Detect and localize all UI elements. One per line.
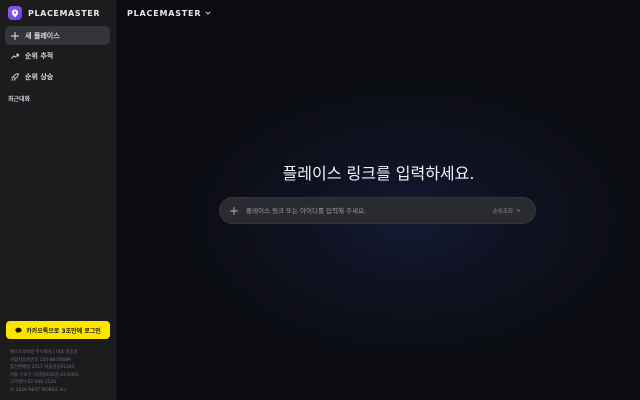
footer-line: 에스트모바일 주식회사 | 대표 김종걸 (10, 350, 78, 355)
page-headline: 플레이스 링크를 입력하세요. (282, 164, 475, 183)
footer-line: 고객센터 02-540-1120 (10, 380, 56, 385)
plus-icon (11, 31, 19, 40)
sidebar-item-new-place[interactable]: 새 플레이스 (5, 26, 110, 45)
brand-name: PLACEMASTER (28, 8, 101, 18)
place-search-bar: 순위조회 (219, 197, 536, 224)
chevron-down-icon (205, 11, 211, 15)
search-mode-select[interactable]: 순위조회 (493, 207, 521, 215)
footer-line: © 2026 NEXT MOBILE Inc. (10, 387, 68, 393)
rocket-icon (11, 72, 19, 81)
brand[interactable]: PLACEMASTER (8, 5, 100, 21)
main-area: PLACEMASTER 플레이스 링크를 입력하세요. 순위조회 (117, 0, 640, 400)
add-attachment-button[interactable] (230, 206, 238, 215)
sidebar-item-label: 순위 상승 (25, 72, 54, 81)
sidebar-item-label: 순위 추적 (25, 52, 54, 60)
sidebar-item-rank-tracking[interactable]: 순위 추적 (5, 47, 110, 66)
model-selector[interactable]: PLACEMASTER (127, 7, 211, 19)
kakao-login-label: 카카오톡으로 3초만에 로그인 (26, 327, 101, 335)
sidebar-item-rank-boost[interactable]: 순위 상승 (5, 67, 110, 86)
sidebar: PLACEMASTER 새 플레이스 순위 추적 순위 상승 최근대화 카카오톡… (0, 0, 116, 400)
footer-line: 통신판매업 2017-서울강남01443 (10, 365, 75, 370)
chat-bubble-icon (15, 327, 22, 333)
sidebar-nav: 새 플레이스 순위 추적 순위 상승 (5, 26, 110, 88)
sidebar-item-label: 새 플레이스 (25, 31, 60, 40)
search-mode-label: 순위조회 (492, 208, 513, 215)
kakao-login-button[interactable]: 카카오톡으로 3초만에 로그인 (6, 321, 110, 339)
trending-up-icon (11, 53, 19, 59)
recent-chats-heading: 최근대화 (8, 96, 31, 103)
company-footer: 에스트모바일 주식회사 | 대표 김종걸 사업자등록번호 134-88-0068… (10, 349, 110, 394)
model-selector-label: PLACEMASTER (127, 8, 202, 18)
chevron-down-icon (516, 209, 521, 212)
plus-icon (230, 206, 238, 215)
footer-line: 서울 구로구 디지털로26길 43 R901 (10, 372, 79, 378)
footer-line: 사업자등록번호 134-88-00689 (10, 357, 71, 363)
place-link-input[interactable] (246, 206, 493, 215)
map-pin-logo-icon (8, 6, 22, 20)
